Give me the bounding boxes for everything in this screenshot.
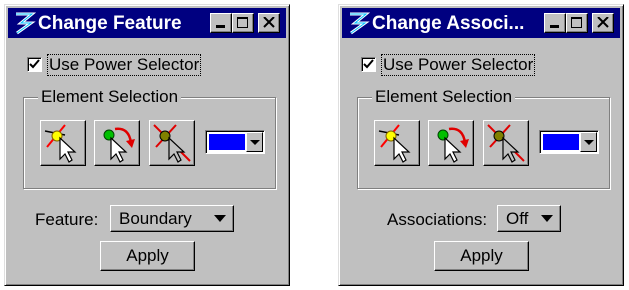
dropdown-arrow-icon <box>541 215 553 222</box>
dropdown-arrow-icon <box>214 215 226 222</box>
maximize-button[interactable] <box>566 13 588 33</box>
add-to-selection-tool-icon <box>437 127 469 163</box>
add-to-selection-button[interactable] <box>94 120 140 166</box>
select-element-button[interactable] <box>374 120 420 166</box>
select-element-tool-icon <box>378 124 411 163</box>
remove-from-selection-tool-icon <box>153 124 191 163</box>
feature-label: Feature: <box>35 210 99 229</box>
apply-button[interactable]: Apply <box>100 241 195 271</box>
use-power-selector-label: Use Power Selector <box>47 54 202 76</box>
maximize-button[interactable] <box>232 13 254 33</box>
remove-from-selection-button[interactable] <box>483 120 529 166</box>
checkbox-box[interactable] <box>27 57 42 72</box>
minimize-button[interactable] <box>210 13 232 33</box>
element-selection-title: Element Selection <box>372 87 516 107</box>
title-bar[interactable]: Change Feature <box>8 8 286 38</box>
element-selection-group: Element Selection <box>23 87 276 189</box>
color-dropdown-arrow-icon[interactable] <box>580 132 597 152</box>
close-icon <box>597 17 609 28</box>
minimize-button[interactable] <box>544 13 566 33</box>
remove-from-selection-button[interactable] <box>149 120 195 166</box>
close-icon <box>263 17 275 28</box>
checkbox-box[interactable] <box>361 57 376 72</box>
add-to-selection-tool-icon <box>103 127 135 163</box>
color-swatch <box>543 134 579 150</box>
feature-value: Boundary <box>119 209 192 228</box>
add-to-selection-button[interactable] <box>428 120 474 166</box>
close-button[interactable] <box>258 13 280 33</box>
microstation-logo-icon <box>350 12 370 35</box>
element-selection-group: Element Selection <box>357 87 610 189</box>
color-swatch <box>209 134 245 150</box>
close-button[interactable] <box>592 13 614 33</box>
use-power-selector-label: Use Power Selector <box>381 54 536 76</box>
dialog-title: Change Feature <box>38 13 182 34</box>
associations-value: Off <box>506 209 529 228</box>
change-feature-dialog: Change Feature Use Power Selector Elemen… <box>4 4 290 286</box>
checkmark-icon <box>29 59 40 69</box>
select-element-tool-icon <box>44 124 77 163</box>
associations-option-button[interactable]: Off <box>497 205 561 232</box>
select-element-button[interactable] <box>40 120 86 166</box>
dialog-title: Change Associ... <box>372 13 525 34</box>
associations-label: Associations: <box>387 210 488 229</box>
element-selection-title: Element Selection <box>38 87 182 107</box>
color-dropdown[interactable] <box>205 130 265 154</box>
color-dropdown-arrow-icon[interactable] <box>246 132 263 152</box>
apply-button[interactable]: Apply <box>434 241 529 271</box>
title-bar[interactable]: Change Associ... <box>342 8 620 38</box>
checkmark-icon <box>363 59 374 69</box>
color-dropdown[interactable] <box>539 130 599 154</box>
feature-option-button[interactable]: Boundary <box>110 205 234 232</box>
remove-from-selection-tool-icon <box>487 124 525 163</box>
microstation-logo-icon <box>16 12 36 35</box>
change-associations-dialog: Change Associ... Use Power Selector Elem… <box>338 4 624 286</box>
